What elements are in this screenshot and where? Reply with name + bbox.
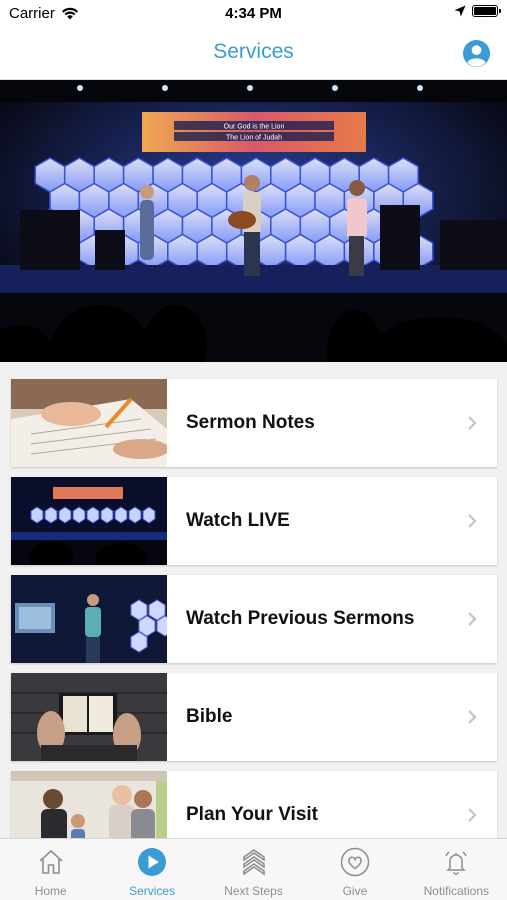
menu-item-sermon-notes[interactable]: Sermon Notes	[11, 379, 497, 467]
home-icon	[39, 849, 63, 874]
hex-panel	[284, 233, 316, 270]
tab-bar: Home Services Next Steps Give Notificati…	[0, 838, 507, 900]
screen-line-1: Our God is the Lion	[224, 124, 285, 131]
chevron-right-icon	[468, 710, 477, 724]
hex-panel	[196, 233, 228, 270]
play-icon	[138, 848, 167, 876]
tab-give[interactable]: Give	[304, 839, 405, 900]
tab-home[interactable]: Home	[0, 839, 101, 900]
battery-icon	[472, 5, 501, 17]
tab-label: Next Steps	[224, 884, 283, 898]
bell-icon	[445, 851, 468, 875]
tab-label: Home	[34, 884, 67, 898]
menu-item-label: Sermon Notes	[186, 412, 315, 433]
worship-stage-image: Our God is the Lion The Lion of Judah	[0, 80, 507, 362]
status-bar: Carrier 4:34 PM	[0, 0, 507, 28]
page-title: Services	[213, 40, 294, 63]
tab-label: Give	[342, 884, 368, 898]
tab-label: Services	[129, 884, 176, 898]
location-arrow-icon	[454, 5, 466, 17]
menu-item-label: Plan Your Visit	[186, 804, 318, 825]
tab-next-steps[interactable]: Next Steps	[203, 839, 304, 900]
profile-icon[interactable]	[462, 39, 491, 68]
chevron-right-icon	[468, 808, 477, 822]
chevrons-up-icon	[242, 849, 265, 876]
hex-panel	[167, 233, 198, 270]
sermon-notes-thumbnail	[11, 379, 167, 467]
hex-panel	[314, 233, 346, 270]
menu-item-watch-previous-sermons[interactable]: Watch Previous Sermons	[11, 575, 497, 663]
status-time: 4:34 PM	[225, 5, 282, 22]
previous-sermons-thumbnail	[11, 575, 167, 663]
tab-services[interactable]: Services	[101, 839, 202, 900]
chevron-right-icon	[468, 612, 477, 626]
menu-item-bible[interactable]: Bible	[11, 673, 497, 761]
watch-live-thumbnail	[11, 477, 167, 565]
heart-icon	[340, 847, 370, 877]
tab-notifications[interactable]: Notifications	[406, 839, 507, 900]
hero-image: Our God is the Lion The Lion of Judah	[0, 80, 507, 362]
menu-item-label: Watch Previous Sermons	[186, 608, 415, 629]
bible-thumbnail	[11, 673, 167, 761]
hex-panel	[255, 233, 287, 270]
tab-label: Notifications	[423, 884, 490, 898]
status-right	[454, 5, 501, 17]
menu-item-watch-live[interactable]: Watch LIVE	[11, 477, 497, 565]
menu-item-label: Watch LIVE	[186, 510, 290, 531]
nav-bar: Services	[0, 28, 507, 80]
menu-item-label: Bible	[186, 706, 233, 727]
chevron-right-icon	[468, 514, 477, 528]
chevron-right-icon	[468, 416, 477, 430]
screen-line-2: The Lion of Judah	[226, 135, 282, 142]
